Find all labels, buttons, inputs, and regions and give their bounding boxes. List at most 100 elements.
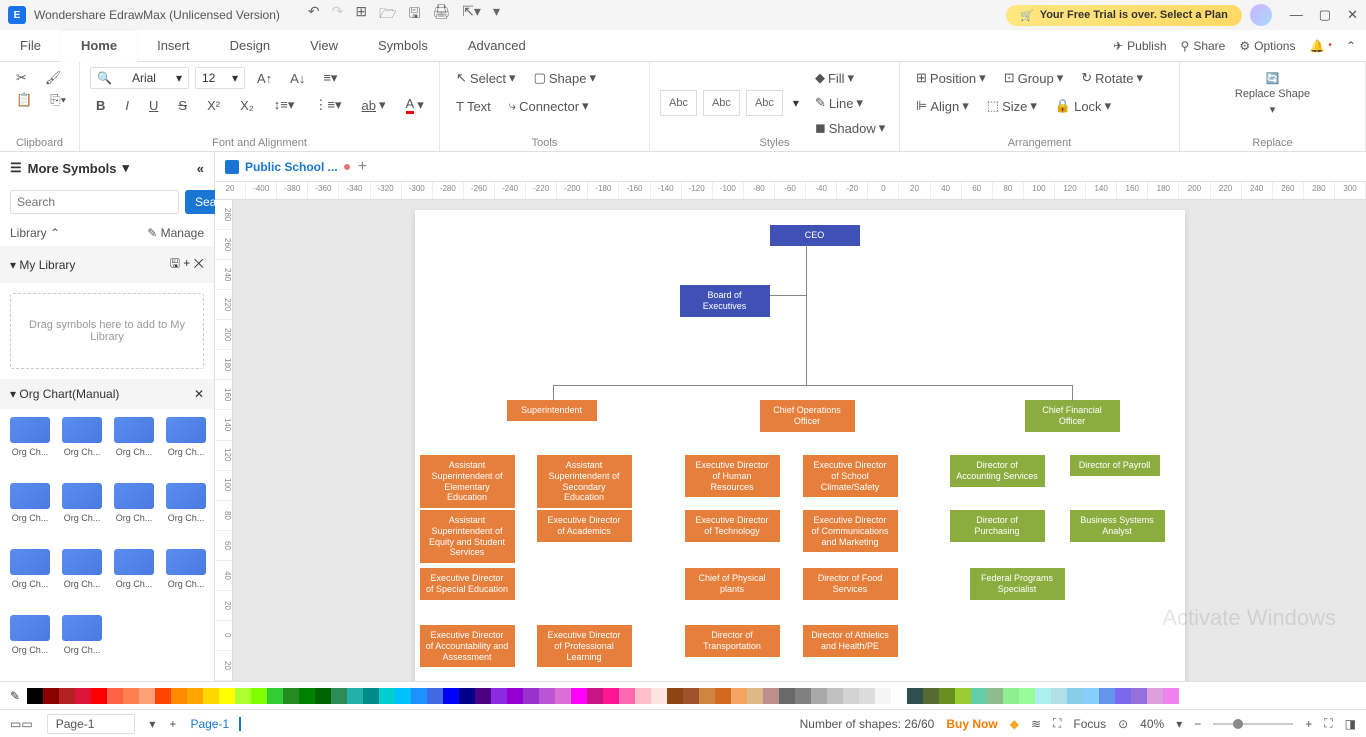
collapse-panel-icon[interactable]: « bbox=[197, 161, 204, 176]
save-icon[interactable]: 🖫 bbox=[408, 3, 420, 27]
save-lib-icon[interactable]: 🖫 bbox=[170, 256, 180, 270]
color-swatch[interactable] bbox=[955, 688, 971, 704]
color-swatch[interactable] bbox=[603, 688, 619, 704]
color-swatch[interactable] bbox=[379, 688, 395, 704]
text-tool[interactable]: T Text bbox=[450, 96, 497, 117]
shape-item[interactable]: Org Ch... bbox=[8, 615, 52, 673]
color-swatch[interactable] bbox=[1019, 688, 1035, 704]
color-swatch[interactable] bbox=[107, 688, 123, 704]
color-swatch[interactable] bbox=[187, 688, 203, 704]
color-swatch[interactable] bbox=[315, 688, 331, 704]
library-drop-zone[interactable]: Drag symbols here to add to My Library bbox=[10, 293, 204, 369]
node-l1a[interactable]: Assistant Superintendent of Elementary E… bbox=[420, 455, 515, 508]
zoom-slider[interactable] bbox=[1213, 723, 1293, 725]
tab-symbols[interactable]: Symbols bbox=[358, 30, 448, 61]
style-more-icon[interactable]: ▾ bbox=[789, 96, 803, 110]
bullet-list-icon[interactable]: ⋮≡▾ bbox=[308, 93, 347, 117]
node-l3a[interactable]: Executive Director of Special Education bbox=[420, 568, 515, 600]
redo-icon[interactable]: ↷ bbox=[332, 3, 344, 27]
color-swatch[interactable] bbox=[475, 688, 491, 704]
node-l4a[interactable]: Executive Director of Accountability and… bbox=[420, 625, 515, 667]
zoom-level[interactable]: 40% bbox=[1140, 717, 1164, 731]
color-swatch[interactable] bbox=[123, 688, 139, 704]
increase-font-icon[interactable]: A↑ bbox=[251, 68, 278, 89]
color-swatch[interactable] bbox=[491, 688, 507, 704]
publish-button[interactable]: ✈ Publish bbox=[1113, 39, 1166, 53]
close-lib-icon[interactable]: ✕ bbox=[194, 256, 204, 270]
color-swatch[interactable] bbox=[75, 688, 91, 704]
node-ceo[interactable]: CEO bbox=[770, 225, 860, 246]
close-section-icon[interactable]: ✕ bbox=[194, 387, 204, 401]
fullscreen-icon[interactable]: ⛶ bbox=[1053, 716, 1061, 731]
copy-icon[interactable]: ⎘▾ bbox=[44, 89, 72, 111]
tab-view[interactable]: View bbox=[290, 30, 358, 61]
color-swatch[interactable] bbox=[555, 688, 571, 704]
color-swatch[interactable] bbox=[795, 688, 811, 704]
color-swatch[interactable] bbox=[635, 688, 651, 704]
shape-item[interactable]: Org Ch... bbox=[112, 417, 156, 475]
color-swatch[interactable] bbox=[939, 688, 955, 704]
style-preset-3[interactable]: Abc bbox=[746, 90, 783, 116]
more-symbols-header[interactable]: ☰ More Symbols▾ « bbox=[0, 152, 214, 184]
shadow-button[interactable]: ◼ Shadow ▾ bbox=[809, 117, 891, 139]
color-swatch[interactable] bbox=[203, 688, 219, 704]
zoom-in-icon[interactable]: + bbox=[1305, 717, 1312, 731]
node-l1b[interactable]: Assistant Superintendent of Secondary Ed… bbox=[537, 455, 632, 508]
paste-icon[interactable]: 📋 bbox=[10, 89, 38, 111]
shape-tool[interactable]: ▢ Shape ▾ bbox=[528, 67, 602, 89]
size-button[interactable]: ⬚ Size▾ bbox=[981, 95, 1043, 117]
color-swatch[interactable] bbox=[251, 688, 267, 704]
focus-button[interactable]: Focus bbox=[1073, 717, 1106, 731]
color-swatch[interactable] bbox=[731, 688, 747, 704]
color-swatch[interactable] bbox=[411, 688, 427, 704]
color-swatch[interactable] bbox=[715, 688, 731, 704]
color-swatch[interactable] bbox=[971, 688, 987, 704]
italic-icon[interactable]: I bbox=[119, 93, 135, 117]
library-link[interactable]: Library ⌃ bbox=[10, 226, 60, 240]
color-swatch[interactable] bbox=[363, 688, 379, 704]
node-m2a[interactable]: Executive Director of Technology bbox=[685, 510, 780, 542]
color-swatch[interactable] bbox=[459, 688, 475, 704]
color-swatch[interactable] bbox=[155, 688, 171, 704]
undo-icon[interactable]: ↶ bbox=[308, 3, 320, 27]
premium-icon[interactable]: ◆ bbox=[1010, 717, 1019, 731]
lock-button[interactable]: 🔒 Lock▾ bbox=[1049, 95, 1117, 117]
cut-icon[interactable]: ✂ bbox=[10, 67, 33, 89]
position-button[interactable]: ⊞ Position▾ bbox=[910, 67, 992, 89]
node-l2a[interactable]: Assistant Superintendent of Equity and S… bbox=[420, 510, 515, 563]
tab-home[interactable]: Home bbox=[61, 31, 137, 62]
export-icon[interactable]: ⇱▾ bbox=[462, 3, 481, 27]
color-swatch[interactable] bbox=[907, 688, 923, 704]
color-swatch[interactable] bbox=[587, 688, 603, 704]
case-icon[interactable]: ab▾ bbox=[356, 93, 392, 117]
line-spacing-icon[interactable]: ↕≡▾ bbox=[268, 93, 301, 117]
font-color-icon[interactable]: A▾ bbox=[400, 93, 430, 117]
superscript-icon[interactable]: X² bbox=[201, 93, 226, 117]
node-m3a[interactable]: Chief of Physical plants bbox=[685, 568, 780, 600]
tab-design[interactable]: Design bbox=[210, 30, 290, 61]
node-r1a[interactable]: Director of Accounting Services bbox=[950, 455, 1045, 487]
color-swatch[interactable] bbox=[443, 688, 459, 704]
font-selector[interactable]: 🔍Arial▾ bbox=[90, 67, 189, 89]
color-swatch[interactable] bbox=[1083, 688, 1099, 704]
style-preset-2[interactable]: Abc bbox=[703, 90, 740, 116]
color-swatch[interactable] bbox=[747, 688, 763, 704]
color-swatch[interactable] bbox=[331, 688, 347, 704]
close-button[interactable]: ✕ bbox=[1347, 7, 1358, 23]
color-swatch[interactable] bbox=[827, 688, 843, 704]
node-m4a[interactable]: Director of Transportation bbox=[685, 625, 780, 657]
color-swatch[interactable] bbox=[1131, 688, 1147, 704]
shape-item[interactable]: Org Ch... bbox=[60, 483, 104, 541]
node-l2b[interactable]: Executive Director of Academics bbox=[537, 510, 632, 542]
shape-item[interactable]: Org Ch... bbox=[8, 483, 52, 541]
color-swatch[interactable] bbox=[1163, 688, 1179, 704]
color-swatch[interactable] bbox=[651, 688, 667, 704]
color-swatch[interactable] bbox=[859, 688, 875, 704]
color-swatch[interactable] bbox=[267, 688, 283, 704]
decrease-font-icon[interactable]: A↓ bbox=[284, 68, 311, 89]
color-swatch[interactable] bbox=[987, 688, 1003, 704]
color-swatch[interactable] bbox=[619, 688, 635, 704]
font-size-selector[interactable]: 12▾ bbox=[195, 67, 245, 89]
open-icon[interactable]: 🗁 bbox=[379, 3, 396, 27]
print-icon[interactable]: 🖨 bbox=[432, 3, 450, 27]
